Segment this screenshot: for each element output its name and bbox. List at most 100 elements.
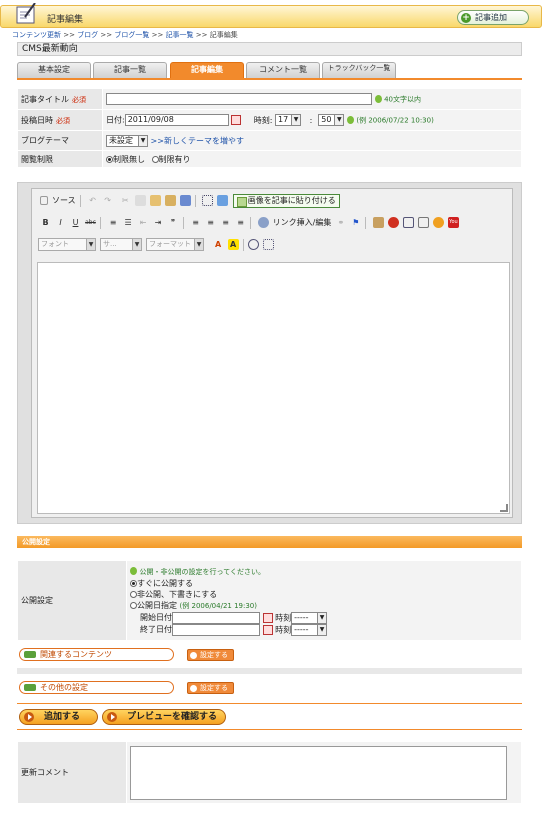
section-title: CMS最新動向 bbox=[17, 42, 522, 56]
outdent-icon[interactable]: ⇤ bbox=[138, 217, 149, 228]
hour-select[interactable]: 17 ▼ bbox=[275, 114, 302, 126]
add-button[interactable]: 追加する bbox=[19, 709, 98, 725]
align-center-icon[interactable]: ≡ bbox=[205, 217, 216, 228]
italic-button[interactable]: I bbox=[55, 217, 66, 228]
tag-icon bbox=[24, 684, 36, 691]
anchor-flag-icon[interactable]: ⚑ bbox=[350, 217, 361, 228]
actions-divider bbox=[17, 703, 522, 704]
end-date-input[interactable] bbox=[172, 623, 260, 636]
breadcrumb-link[interactable]: ブログ一覧 bbox=[114, 31, 149, 39]
start-date-input[interactable] bbox=[172, 611, 260, 624]
tab-basic-settings[interactable]: 基本設定 bbox=[17, 62, 91, 79]
paste-image-button[interactable]: 画像を記事に貼り付ける bbox=[232, 193, 340, 208]
title-input[interactable] bbox=[106, 93, 372, 105]
align-justify-icon[interactable]: ≡ bbox=[235, 217, 246, 228]
update-comment-textarea[interactable] bbox=[130, 745, 507, 800]
add-theme-link[interactable]: >>新しくテーマを増やす bbox=[151, 136, 244, 145]
undo-icon[interactable]: ↶ bbox=[87, 195, 98, 206]
tab-underline bbox=[17, 78, 522, 80]
paste-word-icon[interactable] bbox=[179, 195, 191, 206]
breadcrumb-link[interactable]: 記事一覧 bbox=[166, 31, 194, 39]
tab-trackback-list[interactable]: トラックバック一覧 bbox=[322, 62, 396, 79]
bold-button[interactable]: B bbox=[40, 217, 51, 228]
smiley-icon[interactable] bbox=[432, 217, 444, 228]
start-time-select[interactable]: ----- ▼ bbox=[291, 611, 328, 624]
redo-icon[interactable]: ↷ bbox=[102, 195, 113, 206]
tab-comment-list[interactable]: コメント一覧 bbox=[246, 62, 320, 79]
related-contents-toggle[interactable]: 関連するコンテンツ bbox=[19, 648, 174, 661]
table-icon[interactable] bbox=[402, 217, 414, 228]
size-select[interactable]: サ... ▼ bbox=[100, 238, 142, 251]
title-hint: 40文字以内 bbox=[384, 95, 422, 104]
underline-button[interactable]: U bbox=[70, 217, 81, 228]
source-button[interactable]: ソース bbox=[52, 195, 76, 206]
blockquote-icon[interactable]: ❞ bbox=[168, 217, 179, 228]
theme-select[interactable]: 未設定 ▼ bbox=[106, 134, 148, 147]
article-form: 記事タイトル 必須 40文字以内 投稿日時 必須 日付: 2011/09/08 時刻:… bbox=[17, 88, 522, 168]
hint-bulb-icon bbox=[374, 95, 382, 103]
access-restricted-radio[interactable] bbox=[151, 155, 159, 163]
related-divider bbox=[17, 668, 522, 674]
editor-toolbar-row2: B I Uabc ≡ ☰ ⇤ ⇥ ❞ ≡ ≡ ≡ ≡ リンク挿入/編集 ⚭ ⚑ You bbox=[38, 215, 461, 231]
align-right-icon[interactable]: ≡ bbox=[220, 217, 231, 228]
publish-draft-radio[interactable] bbox=[130, 590, 137, 598]
date-input[interactable]: 2011/09/08 bbox=[124, 114, 229, 126]
publish-now-radio[interactable] bbox=[130, 579, 137, 587]
show-blocks-icon[interactable] bbox=[262, 239, 274, 250]
access-unrestricted-radio[interactable] bbox=[106, 155, 113, 163]
breadcrumb-link[interactable]: ブログ bbox=[77, 31, 98, 39]
copy-icon[interactable] bbox=[134, 195, 146, 206]
bg-color-icon[interactable]: A bbox=[227, 239, 239, 250]
calendar-icon[interactable] bbox=[231, 115, 242, 125]
indent-icon[interactable]: ⇥ bbox=[153, 217, 164, 228]
horizontal-rule-icon[interactable] bbox=[417, 217, 429, 228]
editor-content-area[interactable] bbox=[37, 262, 510, 514]
breadcrumb-link[interactable]: コンテンツ更新 bbox=[12, 31, 61, 39]
tab-article-list[interactable]: 記事一覧 bbox=[93, 62, 167, 79]
page-title: 記事編集 bbox=[47, 15, 84, 25]
edit-article-icon bbox=[15, 2, 37, 25]
publish-scheduled-radio[interactable] bbox=[130, 601, 137, 609]
other-settings-toggle[interactable]: その他の設定 bbox=[19, 681, 174, 694]
paste-icon[interactable] bbox=[149, 195, 161, 206]
eraser-icon[interactable] bbox=[217, 195, 229, 206]
other-settings-button[interactable]: 設定する bbox=[187, 682, 234, 694]
paste-text-icon[interactable] bbox=[164, 195, 176, 206]
youtube-icon[interactable]: You bbox=[447, 217, 459, 228]
preview-button[interactable]: プレビューを確認する bbox=[102, 709, 226, 725]
select-all-icon[interactable] bbox=[202, 195, 214, 206]
arrow-icon bbox=[190, 685, 197, 692]
ordered-list-icon[interactable]: ≡ bbox=[108, 217, 119, 228]
breadcrumb-current: 記事編集 bbox=[209, 31, 238, 39]
calendar-icon[interactable] bbox=[262, 624, 273, 635]
minute-select[interactable]: 50 ▼ bbox=[318, 114, 345, 126]
calendar-icon[interactable] bbox=[262, 612, 273, 623]
publish-hint: 公開・非公開の設定を行ってください。 bbox=[139, 567, 265, 576]
strike-button[interactable]: abc bbox=[85, 217, 96, 228]
bottom-divider bbox=[17, 729, 522, 730]
editor-toolbar-row1: ソース ↶ ↷ ✂ 画像を記事に貼り付ける bbox=[38, 193, 340, 209]
tab-article-edit[interactable]: 記事編集 bbox=[170, 62, 244, 79]
hint-bulb-icon bbox=[130, 567, 137, 575]
related-settings-button[interactable]: 設定する bbox=[187, 649, 234, 661]
plus-icon: + bbox=[461, 13, 471, 23]
link-button[interactable]: リンク挿入/編集 bbox=[273, 217, 332, 228]
align-left-icon[interactable]: ≡ bbox=[190, 217, 201, 228]
text-color-icon[interactable]: A bbox=[213, 239, 224, 250]
chevron-down-icon: ▼ bbox=[86, 239, 95, 250]
maximize-icon[interactable] bbox=[247, 239, 259, 250]
flash-icon[interactable] bbox=[387, 217, 399, 228]
format-select[interactable]: フォーマット ▼ bbox=[146, 238, 204, 251]
chevron-down-icon: ▼ bbox=[317, 612, 327, 623]
bullet-list-icon[interactable]: ☰ bbox=[123, 217, 134, 228]
tag-icon bbox=[24, 651, 36, 658]
cut-icon[interactable]: ✂ bbox=[120, 195, 131, 206]
editor-toolbar-row3: フォント ▼ サ... ▼ フォーマット ▼ AA bbox=[38, 237, 276, 253]
add-article-button[interactable]: + 記事追加 bbox=[457, 10, 529, 25]
end-time-select[interactable]: ----- ▼ bbox=[291, 623, 328, 636]
image-icon[interactable] bbox=[372, 217, 384, 228]
required-mark: 必須 bbox=[72, 95, 86, 104]
font-select[interactable]: フォント ▼ bbox=[38, 238, 96, 251]
unlink-icon[interactable]: ⚭ bbox=[335, 217, 346, 228]
resize-handle-icon[interactable] bbox=[500, 504, 508, 512]
